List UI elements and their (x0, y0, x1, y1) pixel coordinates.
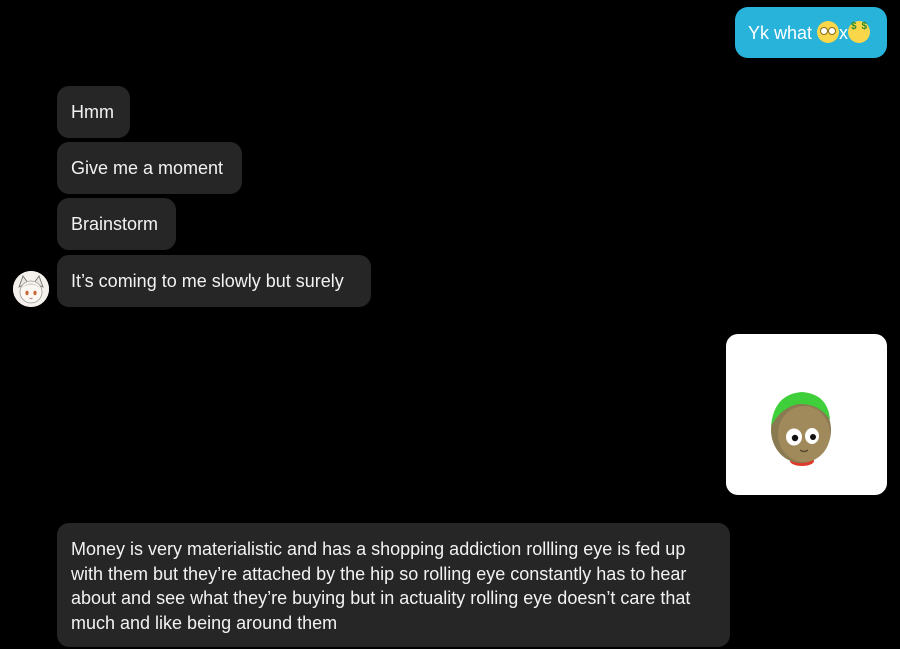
cartoon-head-sticker-icon (771, 392, 831, 466)
incoming-message-bubble[interactable]: Money is very materialistic and has a sh… (57, 523, 730, 647)
incoming-message-bubble[interactable]: Hmm (57, 86, 130, 138)
message-text: Hmm (71, 102, 114, 122)
message-text: Money is very materialistic and has a sh… (71, 539, 691, 633)
message-text: Brainstorm (71, 214, 159, 234)
money-mouth-face-icon (848, 21, 871, 43)
incoming-message-bubble[interactable]: Brainstorm (57, 198, 176, 250)
incoming-message-bubble[interactable]: It’s coming to me slowly but surely (57, 255, 371, 307)
incoming-message-bubble[interactable]: Give me a moment (57, 142, 242, 194)
face-with-rolling-eyes-icon (817, 21, 840, 43)
message-separator: x (839, 23, 849, 43)
sticker-message[interactable] (726, 334, 887, 495)
message-text: It’s coming to me slowly but surely (71, 271, 344, 291)
anime-character-avatar-icon (13, 271, 49, 307)
sender-avatar[interactable] (13, 271, 49, 307)
message-text: Yk what (748, 23, 813, 43)
outgoing-message-bubble[interactable]: Yk what x (735, 7, 887, 58)
message-text: Give me a moment (71, 158, 224, 178)
